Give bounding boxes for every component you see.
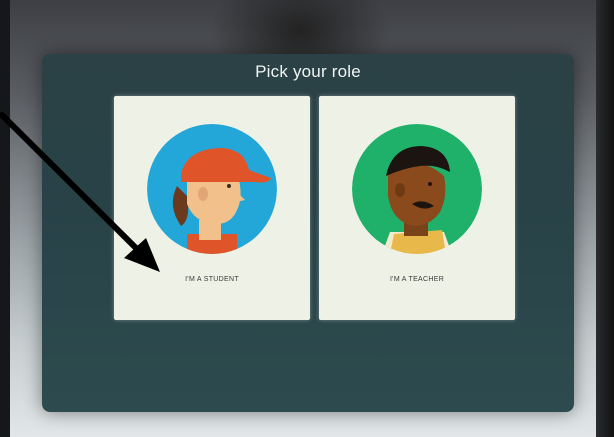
student-role-label: I'M A STUDENT xyxy=(185,276,239,283)
pick-role-dialog: Pick your role I'M A STUDENT I'M A TEACH… xyxy=(42,54,574,412)
screen-bezel-left xyxy=(0,0,10,437)
teacher-role-label: I'M A TEACHER xyxy=(389,276,445,283)
dialog-title: Pick your role xyxy=(255,62,361,81)
screen-bezel-right xyxy=(596,0,614,437)
student-avatar-icon xyxy=(147,124,277,254)
teacher-avatar-icon xyxy=(352,124,482,254)
teacher-role-card[interactable]: I'M A TEACHER xyxy=(319,96,515,320)
student-role-card[interactable]: I'M A STUDENT xyxy=(114,96,310,320)
